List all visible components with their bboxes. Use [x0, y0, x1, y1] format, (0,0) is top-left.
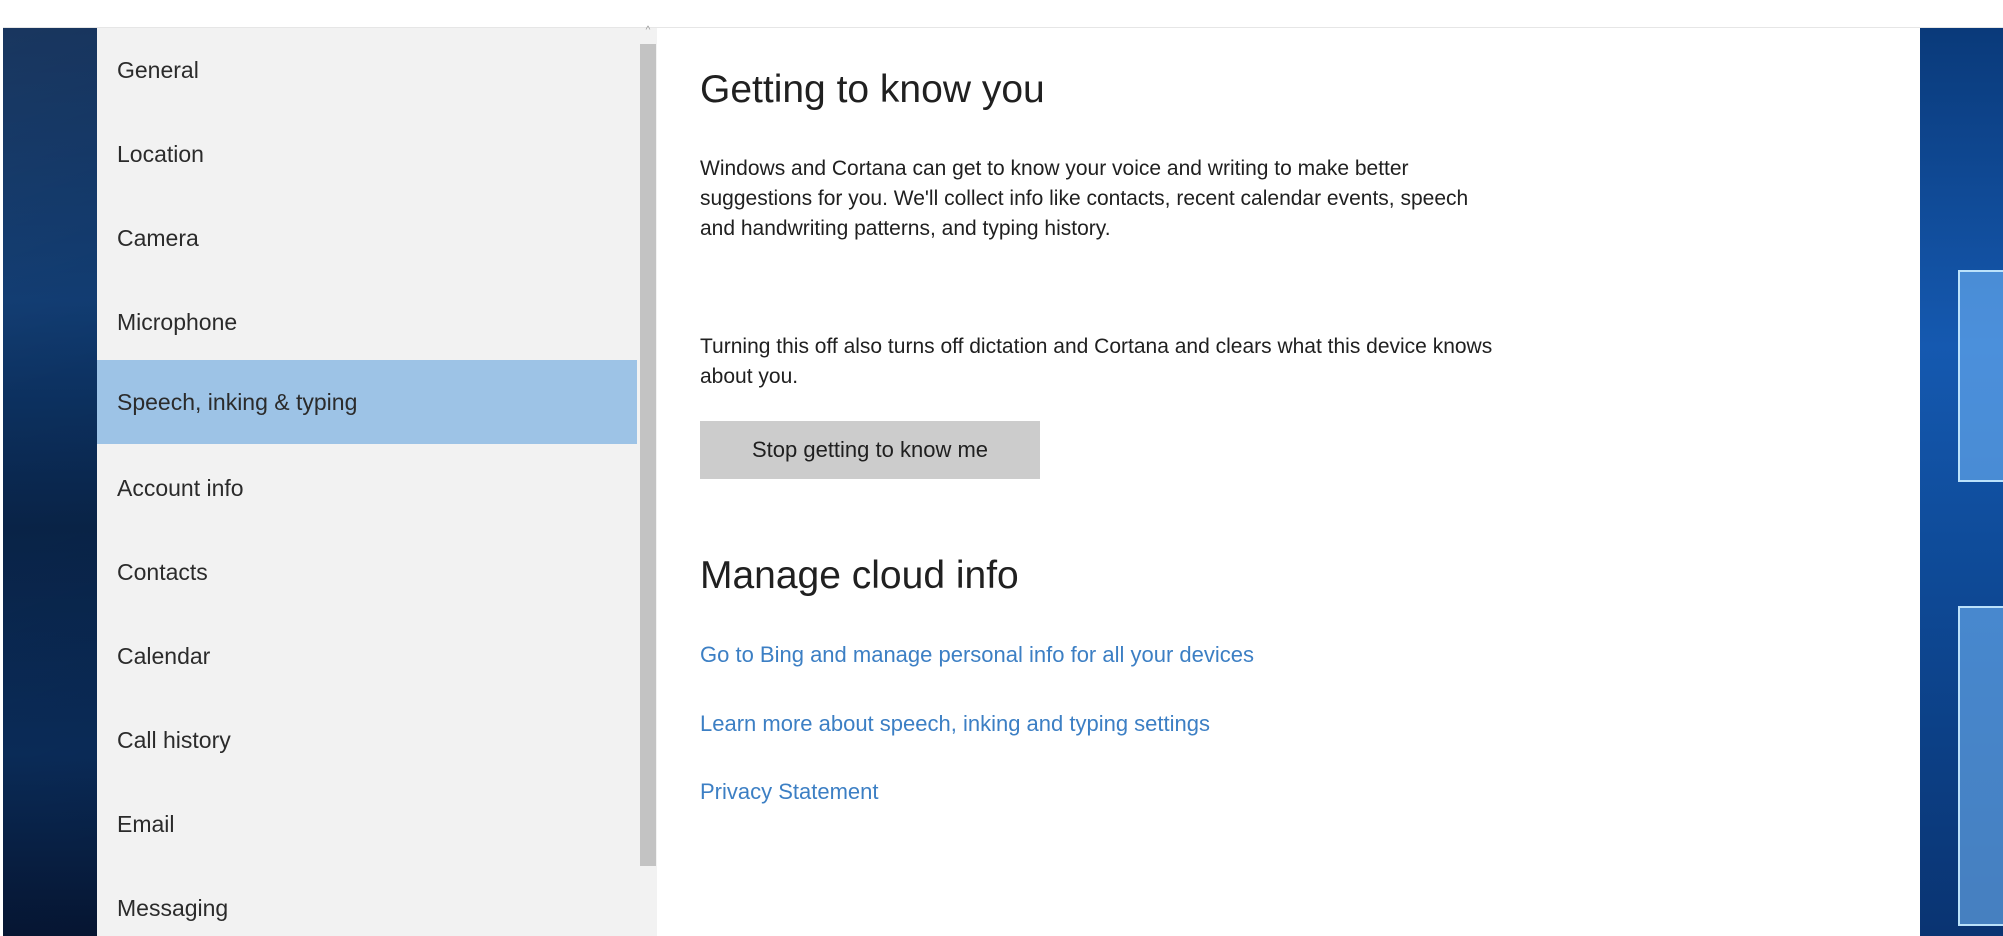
- nav-item-camera[interactable]: Camera: [97, 196, 637, 280]
- privacy-nav-pane: General Location Camera Microphone Speec…: [97, 28, 637, 936]
- windows-logo-pane-top: [1958, 270, 2003, 482]
- desktop-background-left: [3, 28, 97, 936]
- nav-item-microphone[interactable]: Microphone: [97, 280, 637, 364]
- scroll-up-arrow-icon[interactable]: ^: [643, 26, 653, 36]
- nav-item-account-info[interactable]: Account info: [97, 446, 637, 530]
- section-title-getting-to-know-you: Getting to know you: [700, 68, 1045, 111]
- nav-item-label: Camera: [117, 224, 199, 251]
- nav-item-location[interactable]: Location: [97, 112, 637, 196]
- privacy-statement-link[interactable]: Privacy Statement: [700, 779, 879, 805]
- nav-item-speech-inking-typing[interactable]: Speech, inking & typing: [97, 360, 637, 444]
- windows-logo-pane-bottom: [1958, 606, 2003, 926]
- nav-item-email[interactable]: Email: [97, 782, 637, 866]
- nav-item-label: Microphone: [117, 308, 238, 335]
- nav-scrollbar-thumb[interactable]: [640, 44, 656, 866]
- getting-to-know-description: Windows and Cortana can get to know your…: [700, 157, 1469, 240]
- nav-item-label: Email: [117, 810, 175, 837]
- nav-item-label: Location: [117, 140, 204, 167]
- nav-item-label: Speech, inking & typing: [117, 388, 358, 415]
- nav-item-calendar[interactable]: Calendar: [97, 614, 637, 698]
- getting-to-know-warning: Turning this off also turns off dictatio…: [700, 335, 1493, 388]
- nav-item-label: Call history: [117, 726, 231, 753]
- nav-item-label: Calendar: [117, 642, 211, 669]
- nav-item-contacts[interactable]: Contacts: [97, 530, 637, 614]
- bing-manage-info-link[interactable]: Go to Bing and manage personal info for …: [700, 642, 1254, 668]
- nav-item-call-history[interactable]: Call history: [97, 698, 637, 782]
- section-title-manage-cloud-info: Manage cloud info: [700, 554, 1019, 597]
- nav-item-messaging[interactable]: Messaging: [97, 866, 637, 936]
- screen: General Location Camera Microphone Speec…: [0, 0, 2003, 936]
- nav-item-label: General: [117, 56, 199, 83]
- settings-content-pane: Getting to know you Windows and Cortana …: [657, 28, 1920, 936]
- nav-item-label: Account info: [117, 474, 244, 501]
- nav-item-label: Messaging: [117, 894, 229, 921]
- window-top-strip: [0, 0, 2003, 28]
- desktop-background-right: [1920, 28, 2003, 936]
- learn-more-speech-link[interactable]: Learn more about speech, inking and typi…: [700, 711, 1210, 737]
- stop-getting-to-know-me-button[interactable]: Stop getting to know me: [700, 421, 1040, 479]
- nav-item-general[interactable]: General: [97, 28, 637, 112]
- nav-item-label: Contacts: [117, 558, 208, 585]
